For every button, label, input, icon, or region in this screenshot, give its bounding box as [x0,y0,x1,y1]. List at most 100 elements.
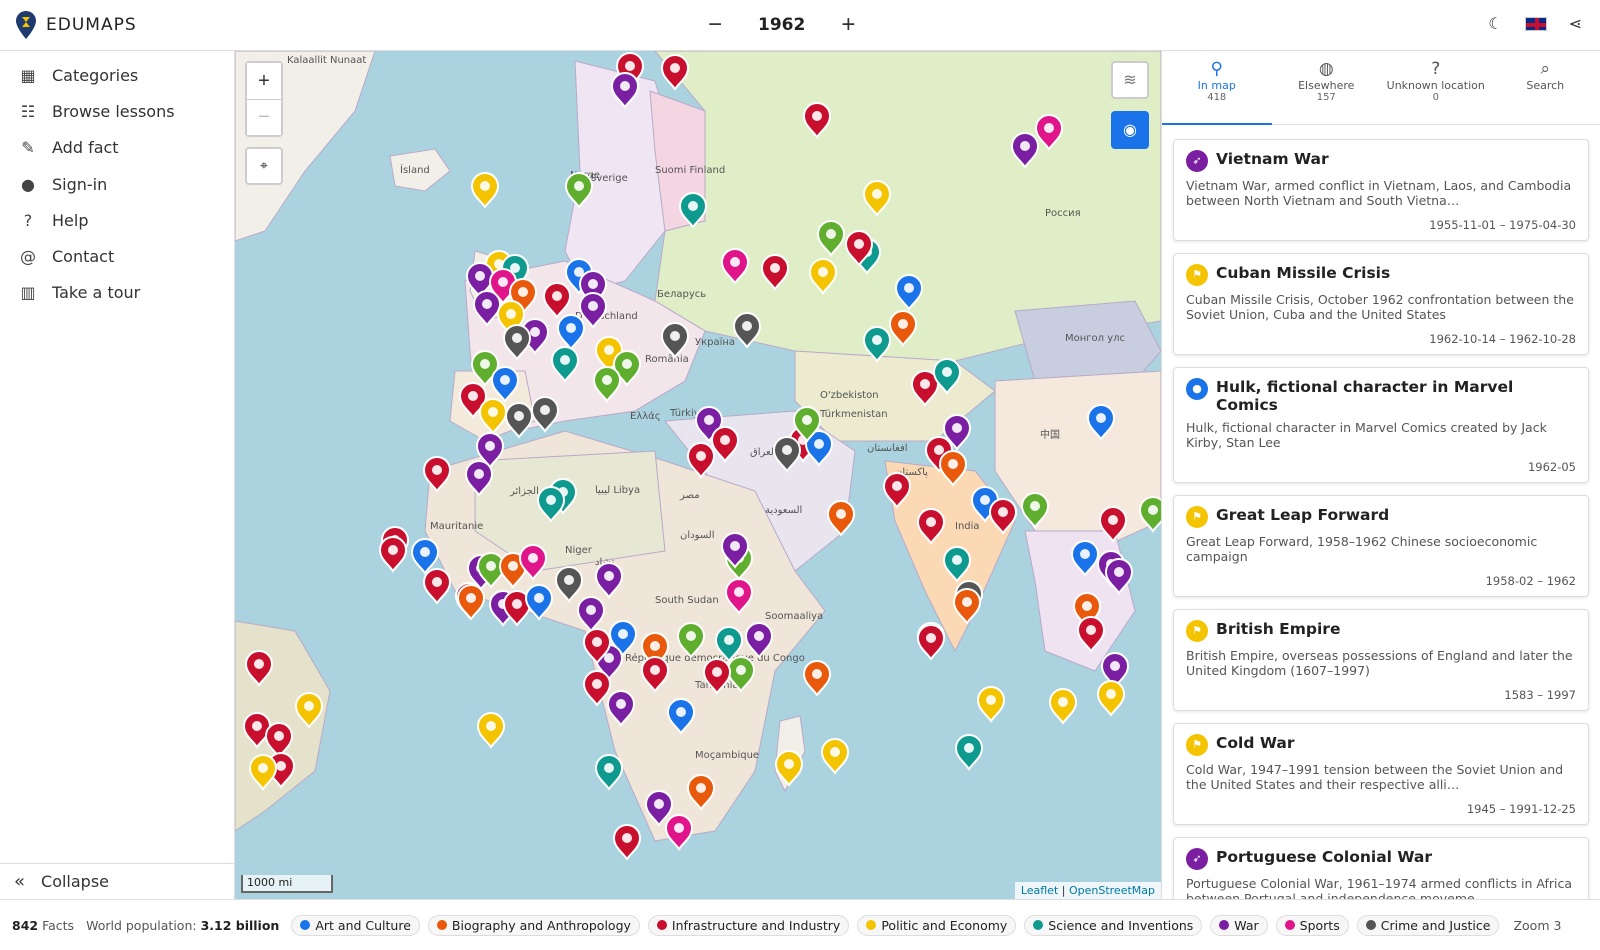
footer: 842 Facts World population: 3.12 billion… [0,899,1600,950]
place-label: Монгол улс [1065,333,1125,344]
sidebar-item-add-fact[interactable]: ✎ Add fact [0,130,234,166]
tab-in-map[interactable]: ⚲ In map 418 [1162,51,1272,125]
fact-date-range: 1583 – 1997 [1504,688,1576,702]
tab-label: In map [1197,79,1236,92]
fact-card[interactable]: ➶ Vietnam War Vietnam War, armed conflict … [1173,139,1589,241]
map-marker-politic[interactable] [820,738,850,775]
tab-count: 0 [1432,92,1439,103]
population-value: 3.12 billion [200,917,280,933]
map-marker-politic[interactable] [476,712,506,749]
pencil-icon: ✎ [21,138,35,158]
sidebar-item-categories[interactable]: ▦ Categories [0,57,234,93]
sidebar-item-browse-lessons[interactable]: ☷ Browse lessons [0,93,234,129]
fact-card[interactable]: ⚑ Great Leap Forward Great Leap Forward, 1… [1173,495,1589,597]
map-marker-politic[interactable] [1096,680,1126,717]
map-marker-bio[interactable] [456,584,486,621]
map-marker-science[interactable] [594,754,624,791]
fact-card[interactable]: ➶ Portuguese Colonial War Portuguese Colon… [1173,837,1589,899]
year-increment-button[interactable]: + [833,8,863,42]
category-chip-politic-and-economy[interactable]: Politic and Economy [857,914,1017,936]
at-icon: @ [20,247,36,267]
sidebar-item-label: Sign-in [52,174,108,194]
rocket-icon: ➶ [1186,848,1208,870]
map-marker-infra[interactable] [916,624,946,661]
moon-icon[interactable]: ☾ [1488,14,1502,33]
facts-label: Facts [38,917,75,933]
zoom-in-button[interactable]: + [247,63,281,99]
map-marker-sports[interactable] [664,814,694,851]
pin-icon: ⚲ [1210,59,1223,79]
attribution-separator: | [1058,884,1069,897]
category-label: Biography and Anthropology [451,917,631,933]
sidebar-item-label: Take a tour [52,283,141,303]
layers-button[interactable]: ≋ [1111,61,1149,99]
tab-search[interactable]: ⌕ Search [1491,51,1600,124]
map-marker-politic[interactable] [470,172,500,209]
uk-flag-icon[interactable] [1524,16,1547,31]
fact-card-header: ⚑ Great Leap Forward [1186,506,1576,528]
map-marker-art[interactable] [410,538,440,575]
category-chip-science-and-inventions[interactable]: Science and Inventions [1024,914,1203,936]
sidebar-item-help[interactable]: ? Help [0,202,234,238]
map-marker-crime[interactable] [504,402,534,439]
fact-title: Hulk, fictional character in Marvel Comi… [1216,378,1514,414]
logo[interactable]: EDUMAPS [16,11,137,39]
zoom-out-button[interactable]: − [247,99,281,135]
category-chip-war[interactable]: War [1210,914,1268,936]
map-attribution: Leaflet | OpenStreetMap [1014,882,1161,899]
map-marker-infra[interactable] [422,568,452,605]
fact-card[interactable]: ⚑ Cuban Missile Crisis Cuban Missile Crisi… [1173,253,1589,355]
map[interactable]: Kalaallit Nunaat Ísland Sverige Suomi Finla… [235,51,1161,899]
world-population: World population: 3.12 billion [86,918,279,933]
category-label: War [1234,917,1259,933]
year-decrement-button[interactable]: − [700,8,730,42]
category-chip-art-and-culture[interactable]: Art and Culture [291,914,420,936]
map-marker-infra[interactable] [612,824,642,861]
map-marker-politic[interactable] [1048,688,1078,725]
map-icon: ▥ [20,283,36,303]
place-label: India [955,521,980,532]
category-color-dot [866,920,877,930]
sidebar-item-contact[interactable]: @ Contact [0,238,234,274]
share-icon[interactable]: ⋖ [1569,14,1582,33]
locate-button[interactable]: ⌖ [245,147,283,185]
collapse-button[interactable]: « Collapse [0,863,234,899]
fact-description: Cold War, 1947–1991 tension between the … [1186,762,1564,792]
fact-card[interactable]: ⚑ Cold War Cold War, 1947–1991 tension bet… [1173,723,1589,825]
fact-date-range: 1962-05 [1527,460,1576,474]
fact-description: Hulk, fictional character in Marvel Comi… [1186,420,1547,450]
sidebar-item-label: Contact [52,247,115,267]
grid-icon: ▦ [20,65,36,85]
globe-button[interactable]: ◉ [1111,111,1149,149]
tab-elsewhere[interactable]: ◍ Elsewhere 157 [1272,51,1382,124]
map-marker-infra[interactable] [378,536,408,573]
sidebar-item-sign-in[interactable]: ● Sign-in [0,166,234,202]
tab-unknown-location[interactable]: ? Unknown location 0 [1381,51,1491,124]
sidebar-item-take-a-tour[interactable]: ▥ Take a tour [0,275,234,311]
place-label: Ísland [400,163,430,176]
osm-link[interactable]: OpenStreetMap [1069,884,1155,897]
map-marker-bio[interactable] [802,660,832,697]
map-marker-politic[interactable] [976,686,1006,723]
fact-title: Cuban Missile Crisis [1216,264,1391,282]
category-chip-infrastructure-and-industry[interactable]: Infrastructure and Industry [647,914,850,936]
map-marker-science[interactable] [954,734,984,771]
fact-card[interactable]: ⚑ British Empire British Empire, overseas … [1173,609,1589,711]
leaflet-link[interactable]: Leaflet [1021,884,1058,897]
category-label: Art and Culture [315,917,411,933]
category-chip-sports[interactable]: Sports [1275,914,1349,936]
tab-count: 157 [1316,92,1336,103]
globe-icon: ◍ [1318,59,1334,79]
map-canvas[interactable]: Kalaallit NunaatÍslandSverigeSuomi Finla… [235,51,1161,899]
help-icon: ? [23,210,33,230]
place-label: 中国 [1040,428,1060,441]
category-chip-crime-and-justice[interactable]: Crime and Justice [1356,914,1500,936]
facts-count-value: 842 [12,917,39,933]
place-label: Soomaaliya [765,611,823,622]
fact-card[interactable]: ● Hulk, fictional character in Marvel Com… [1173,367,1589,483]
question-icon: ? [1431,59,1441,79]
place-label: Suomi Finland [655,165,725,176]
category-color-dot [1033,920,1044,930]
category-chip-biography-and-anthropology[interactable]: Biography and Anthropology [427,914,640,936]
place-label: السعودية [765,505,802,516]
